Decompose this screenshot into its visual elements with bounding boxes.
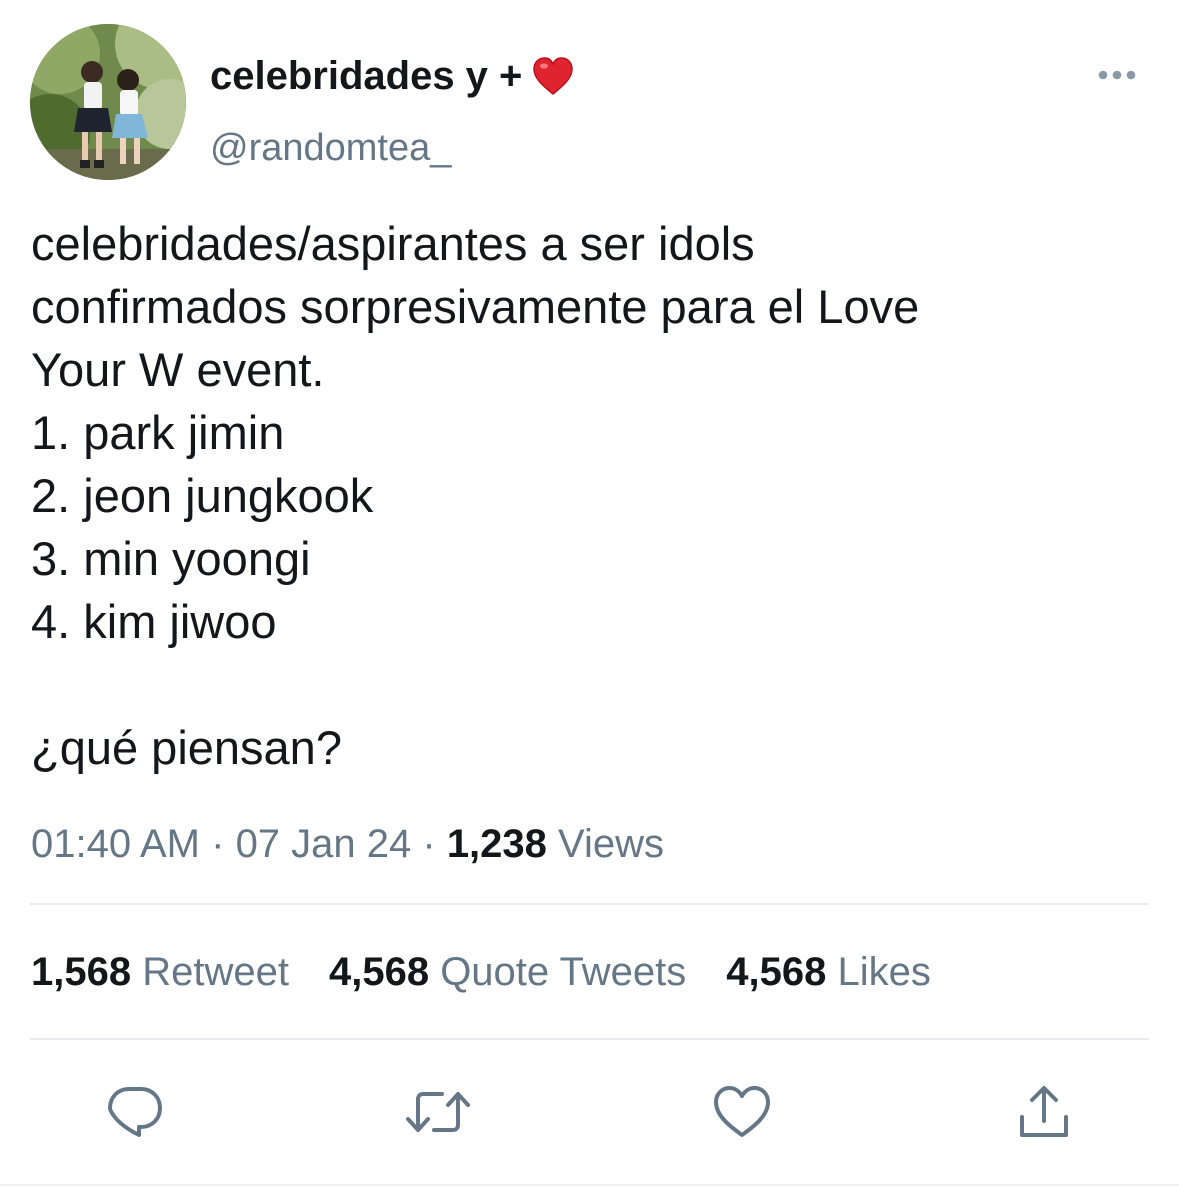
retweets-stat[interactable]: 1,568 Retweet bbox=[31, 946, 289, 998]
quote-tweets-label: Quote Tweets bbox=[429, 950, 687, 994]
share-icon bbox=[1020, 1086, 1068, 1137]
divider bbox=[0, 1184, 1179, 1186]
share-button[interactable] bbox=[1012, 1080, 1076, 1144]
likes-stat[interactable]: 4,568 Likes bbox=[726, 946, 931, 998]
tweet-card: celebridades y + @randomtea_ celebridade… bbox=[0, 0, 1179, 1203]
divider bbox=[30, 1038, 1149, 1040]
tweet-meta: 01:40 AM · 07 Jan 24 · 1,238 Views bbox=[31, 818, 664, 870]
views-count: 1,238 bbox=[446, 822, 547, 866]
tweet-time[interactable]: 01:40 AM bbox=[31, 822, 200, 866]
user-handle[interactable]: @randomtea_ bbox=[210, 124, 451, 172]
display-name[interactable]: celebridades y + bbox=[210, 52, 574, 100]
more-options-button[interactable] bbox=[1092, 58, 1142, 92]
quote-tweets-count: 4,568 bbox=[328, 950, 430, 994]
views-label: Views bbox=[546, 822, 665, 866]
meta-separator: · bbox=[200, 822, 236, 866]
retweets-label: Retweet bbox=[131, 950, 289, 994]
avatar[interactable] bbox=[30, 24, 186, 180]
engagement-stats: 1,568 Retweet 4,568 Quote Tweets 4,568 L… bbox=[31, 946, 971, 998]
tweet-text: celebridades/aspirantes a ser idols conf… bbox=[31, 217, 920, 774]
likes-label: Likes bbox=[826, 950, 931, 994]
quote-tweets-stat[interactable]: 4,568 Quote Tweets bbox=[329, 946, 686, 998]
like-button[interactable] bbox=[710, 1080, 774, 1144]
meta-separator: · bbox=[411, 822, 447, 866]
retweet-button[interactable] bbox=[406, 1080, 470, 1144]
more-horizontal-icon bbox=[1098, 70, 1136, 80]
divider bbox=[30, 903, 1149, 905]
reply-button[interactable] bbox=[103, 1080, 167, 1144]
retweet-icon bbox=[406, 1092, 470, 1132]
likes-count: 4,568 bbox=[726, 950, 827, 994]
like-icon bbox=[714, 1086, 770, 1137]
red-heart-emoji-icon bbox=[532, 56, 574, 96]
reply-icon bbox=[108, 1087, 162, 1137]
retweets-count: 1,568 bbox=[31, 950, 132, 994]
display-name-text: celebridades y + bbox=[210, 54, 523, 98]
tweet-date[interactable]: 07 Jan 24 bbox=[236, 822, 412, 866]
